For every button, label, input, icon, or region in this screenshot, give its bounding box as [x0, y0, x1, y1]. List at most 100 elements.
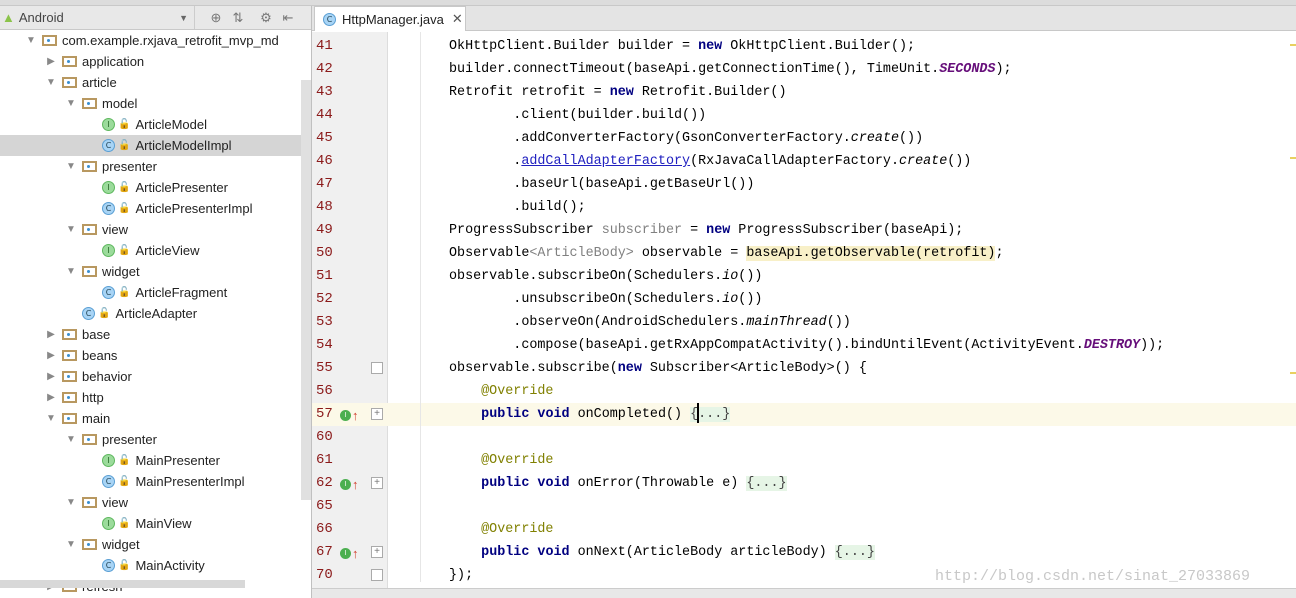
collapse-arrow-icon[interactable]: ▶ — [44, 392, 58, 403]
tree-item[interactable]: ▼ widget — [0, 261, 311, 282]
tree-item[interactable]: I 🔓 ArticlePresenter — [0, 177, 311, 198]
class-icon: C — [102, 286, 115, 299]
tree-item[interactable]: ▶ http — [0, 387, 311, 408]
expand-arrow-icon[interactable]: ▼ — [44, 77, 58, 88]
sidebar-horizontal-scrollbar[interactable] — [0, 580, 245, 588]
tree-item-label: view — [102, 495, 129, 510]
code-line: @Override — [449, 449, 553, 472]
tree-item[interactable]: C 🔓 MainActivity — [0, 555, 311, 576]
collapse-icon[interactable]: ⇅ — [227, 10, 249, 26]
tree-item[interactable]: ▼ com.example.rxjava_retrofit_mvp_md — [0, 30, 311, 51]
tree-item[interactable]: C 🔓 ArticleAdapter — [0, 303, 311, 324]
code-token: create — [850, 131, 900, 146]
line-number: 43 — [316, 84, 333, 100]
implements-marker[interactable]: I ↑ — [340, 545, 366, 561]
tree-item-label: beans — [82, 348, 118, 363]
code-token: ()) — [738, 292, 763, 307]
tab-httpmanager[interactable]: C HttpManager.java ✕ — [314, 6, 466, 31]
view-selector[interactable]: ▲ Android ▼ — [0, 6, 195, 29]
implements-marker[interactable]: I ↑ — [340, 408, 366, 423]
code-token: <ArticleBody> — [529, 246, 634, 261]
line-number: 45 — [316, 130, 333, 146]
tree-item-label: com.example.rxjava_retrofit_mvp_md — [62, 33, 279, 48]
tree-item[interactable]: ▼ view — [0, 219, 311, 240]
code-token: new — [609, 85, 634, 100]
gear-icon[interactable]: ⚙ — [255, 10, 277, 26]
close-icon[interactable]: ✕ — [452, 11, 463, 27]
code-line: public void onNext(ArticleBody articleBo… — [449, 541, 875, 564]
tree-item[interactable]: I 🔓 ArticleModel — [0, 114, 311, 135]
folder-icon — [82, 266, 97, 277]
code-line: .build(); — [449, 196, 585, 219]
code-token: observable = — [633, 246, 747, 261]
locate-icon[interactable]: ⊕ — [205, 10, 227, 26]
tree-item[interactable]: ▶ beans — [0, 345, 311, 366]
tree-item-label: widget — [102, 264, 140, 279]
tree-item[interactable]: ▼ view — [0, 492, 311, 513]
fold-marker-icon[interactable] — [371, 362, 383, 374]
tree-item[interactable]: ▶ behavior — [0, 366, 311, 387]
expand-arrow-icon[interactable]: ▼ — [64, 539, 78, 550]
tree-item[interactable]: C 🔓 MainPresenterImpl — [0, 471, 311, 492]
tree-item[interactable]: ▼ model — [0, 93, 311, 114]
tree-item[interactable]: I 🔓 MainView — [0, 513, 311, 534]
error-stripe-mark — [1290, 157, 1296, 159]
tree-item[interactable]: ▼ presenter — [0, 156, 311, 177]
tree-item[interactable]: ▼ presenter — [0, 429, 311, 450]
sidebar-scrollbar[interactable] — [301, 80, 311, 500]
tree-item[interactable]: ▼ widget — [0, 534, 311, 555]
lock-icon: 🔓 — [118, 182, 131, 193]
code-token: onCompleted() — [569, 407, 691, 422]
tree-item[interactable]: ▶ application — [0, 51, 311, 72]
expand-arrow-icon[interactable]: ▼ — [64, 266, 78, 277]
tree-item[interactable]: I 🔓 MainPresenter — [0, 450, 311, 471]
expand-arrow-icon[interactable]: ▼ — [64, 98, 78, 109]
folded-code[interactable]: {...} — [834, 545, 875, 560]
tree-item[interactable]: ▼ main — [0, 408, 311, 429]
expand-arrow-icon[interactable]: ▼ — [64, 434, 78, 445]
tree-item[interactable]: C 🔓 ArticlePresenterImpl — [0, 198, 311, 219]
implements-icon: I — [340, 409, 351, 421]
expand-arrow-icon[interactable]: ▼ — [24, 35, 38, 46]
tree-item[interactable]: C 🔓 ArticleFragment — [0, 282, 311, 303]
code-line: public void onError(Throwable e) {...} — [449, 472, 787, 495]
collapse-arrow-icon[interactable]: ▶ — [44, 371, 58, 382]
line-number: 55 — [316, 360, 333, 376]
tree-item[interactable]: C 🔓 ArticleModelImpl — [0, 135, 311, 156]
class-icon: C — [323, 12, 336, 26]
code-line: .baseUrl(baseApi.getBaseUrl()) — [449, 173, 754, 196]
status-strip — [312, 588, 1296, 598]
tree-item[interactable]: ▶ base — [0, 324, 311, 345]
expand-fold-icon[interactable]: + — [371, 477, 383, 489]
tree-item-label: main — [82, 411, 111, 426]
collapse-arrow-icon[interactable]: ▶ — [44, 329, 58, 340]
project-tree: ▼ com.example.rxjava_retrofit_mvp_md ▶ appl… — [0, 30, 311, 597]
code-token[interactable]: addCallAdapterFactory — [521, 154, 690, 169]
expand-arrow-icon[interactable]: ▼ — [64, 161, 78, 172]
expand-arrow-icon[interactable]: ▼ — [64, 224, 78, 235]
expand-fold-icon[interactable]: + — [371, 546, 383, 558]
implements-marker[interactable]: I ↑ — [340, 477, 366, 492]
line-number: 46 — [316, 153, 333, 169]
hide-icon[interactable]: ⇤ — [277, 10, 299, 26]
line-number: 66 — [316, 521, 333, 537]
arrow-up-icon: ↑ — [352, 545, 359, 561]
tree-item[interactable]: I 🔓 ArticleView — [0, 240, 311, 261]
collapse-arrow-icon[interactable]: ▶ — [44, 56, 58, 67]
folded-code[interactable]: {...} — [746, 476, 787, 491]
folder-icon — [62, 392, 77, 403]
folder-icon — [42, 35, 57, 46]
code-token: observable.subscribe( — [449, 361, 618, 376]
collapse-arrow-icon[interactable]: ▶ — [44, 350, 58, 361]
expand-arrow-icon[interactable]: ▼ — [44, 413, 58, 424]
code-line: ProgressSubscriber subscriber = new Prog… — [449, 219, 963, 242]
android-icon: ▲ — [2, 10, 15, 25]
expand-fold-icon[interactable]: + — [371, 408, 383, 420]
folder-icon — [82, 161, 97, 172]
tree-item[interactable]: ▼ article — [0, 72, 311, 93]
expand-arrow-icon[interactable]: ▼ — [64, 497, 78, 508]
line-number: 48 — [316, 199, 333, 215]
tree-item-label: application — [82, 54, 145, 69]
fold-marker-icon[interactable] — [371, 569, 383, 581]
